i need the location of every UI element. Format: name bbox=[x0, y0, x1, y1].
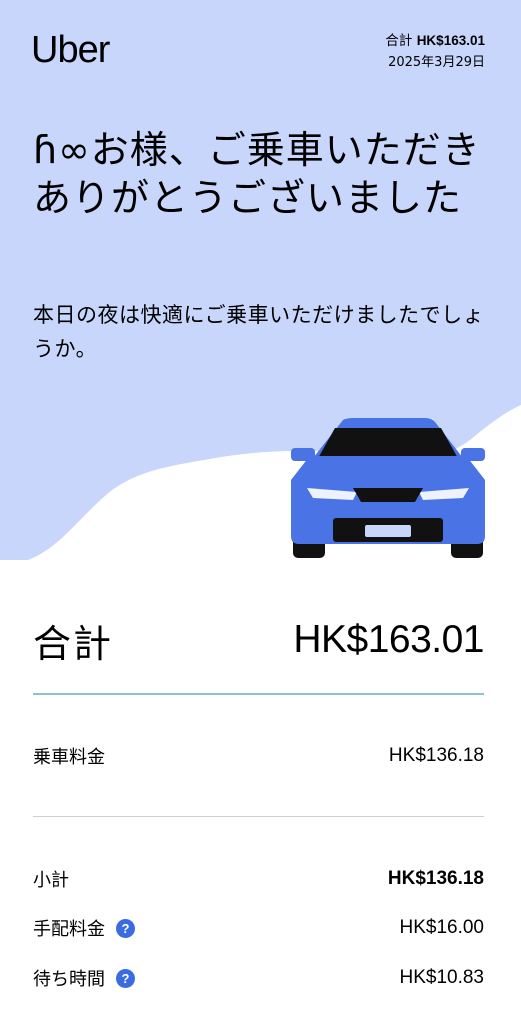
uber-logo: Uber bbox=[31, 29, 110, 71]
header-total-label: 合計 bbox=[385, 33, 413, 49]
car-icon bbox=[291, 418, 485, 558]
receipt-page: Uber 合計 HK$163.01 2025年3月29日 ɦ∞お様、ご乗車いただ… bbox=[0, 0, 521, 1024]
header-summary: 合計 HK$163.01 2025年3月29日 bbox=[385, 30, 485, 74]
total-divider bbox=[33, 693, 484, 695]
header-total-amount: HK$163.01 bbox=[416, 33, 485, 48]
fare-divider bbox=[33, 816, 484, 817]
total-amount: HK$163.01 bbox=[293, 618, 484, 661]
subtotal-row: 小計 HK$136.18 bbox=[33, 865, 484, 893]
fare-label: 乗車料金 bbox=[33, 747, 105, 768]
subtotal-amount: HK$136.18 bbox=[387, 868, 484, 889]
total-label: 合計 bbox=[33, 621, 114, 666]
booking-fee-row: 手配料金 ? HK$16.00 bbox=[33, 914, 484, 942]
wait-time-row: 待ち時間 ? HK$10.83 bbox=[33, 964, 484, 992]
greeting-heading: ɦ∞お様、ご乗車いただきありがとうございました bbox=[33, 128, 481, 220]
booking-fee-amount: HK$16.00 bbox=[399, 917, 484, 938]
header-total: 合計 HK$163.01 bbox=[385, 30, 485, 52]
fare-amount: HK$136.18 bbox=[388, 745, 484, 766]
question-icon[interactable]: ? bbox=[116, 968, 135, 988]
header-date: 2025年3月29日 bbox=[388, 55, 485, 70]
wait-time-amount: HK$10.83 bbox=[399, 967, 484, 988]
greeting-subtitle: 本日の夜は快適にご乗車いただけましたでしょうか。 bbox=[33, 303, 485, 361]
total-row: 合計 HK$163.01 bbox=[33, 612, 484, 668]
question-icon[interactable]: ? bbox=[116, 918, 135, 938]
wait-time-label: 待ち時間 bbox=[33, 969, 105, 990]
fare-row: 乗車料金 HK$136.18 bbox=[33, 742, 484, 770]
subtotal-label: 小計 bbox=[33, 870, 69, 891]
hero-section: Uber 合計 HK$163.01 2025年3月29日 ɦ∞お様、ご乗車いただ… bbox=[0, 0, 521, 560]
booking-fee-label: 手配料金 bbox=[33, 919, 105, 940]
booking-fee-label-group: 手配料金 ? bbox=[33, 915, 135, 941]
wait-time-label-group: 待ち時間 ? bbox=[33, 965, 135, 991]
